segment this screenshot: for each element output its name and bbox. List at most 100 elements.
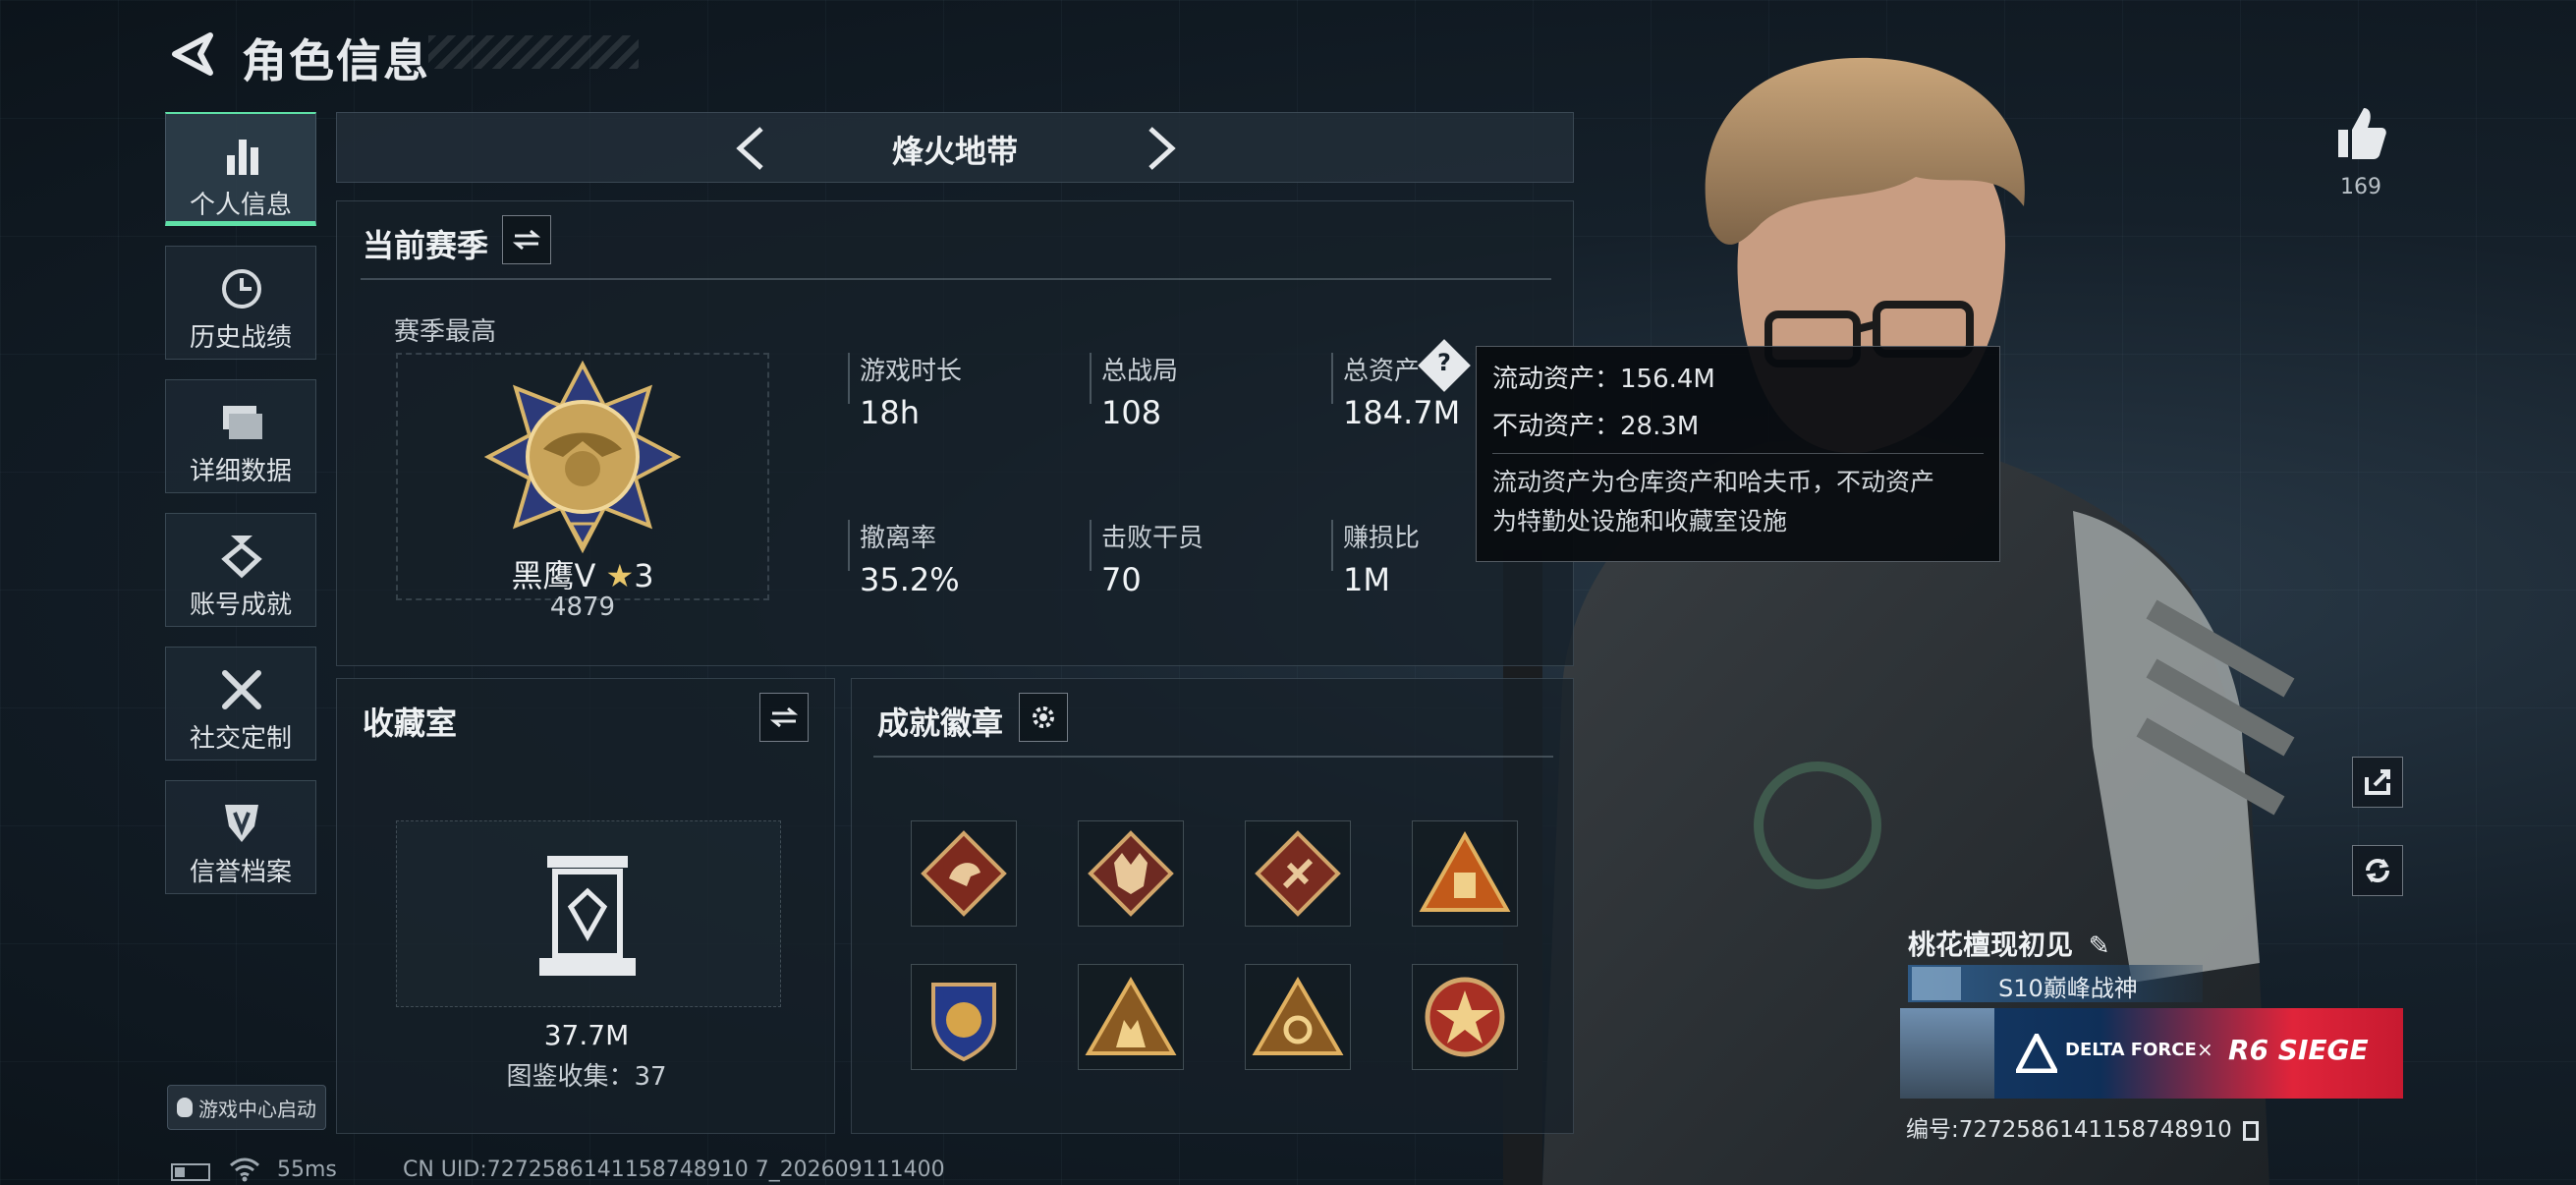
swap-arrows-icon — [513, 229, 540, 251]
badge-slot[interactable] — [1412, 964, 1518, 1070]
copy-icon[interactable] — [2243, 1120, 2260, 1141]
player-name-text: 桃花檀现初见 — [1908, 929, 2074, 961]
collection-value: 37.7M — [543, 1019, 630, 1051]
star-medal-badge-icon — [1425, 977, 1505, 1057]
wifi-icon — [230, 1157, 259, 1182]
nav-label: 详细数据 — [189, 457, 292, 486]
rank-emblem-icon — [484, 360, 681, 554]
supply-badge-icon — [1419, 830, 1511, 912]
banner-thumbnail — [1900, 1008, 1994, 1099]
shield-crest-badge-icon — [931, 983, 996, 1062]
badge-slot[interactable] — [1412, 820, 1518, 927]
tooltip-desc-line2: 为特勤处设施和收藏室设施 — [1492, 507, 1788, 536]
assets-tooltip: 流动资产：156.4M 不动资产：28.3M 流动资产为仓库资产和哈夫币，不动资… — [1476, 346, 2000, 562]
badge-slot[interactable] — [1078, 964, 1184, 1070]
page-title: 角色信息 — [242, 34, 430, 87]
collection-title: 收藏室 — [363, 705, 458, 742]
badges-settings-button[interactable] — [1019, 693, 1068, 742]
ping-value: 55ms — [277, 1157, 337, 1182]
nav-label: 个人信息 — [189, 191, 292, 220]
tooltip-liquid-assets: 流动资产：156.4M — [1492, 365, 1715, 394]
stat-value-assets: 184.7M — [1343, 394, 1461, 431]
wrench-icon — [222, 670, 261, 709]
edit-pencil-icon[interactable]: ✎ — [2089, 931, 2110, 961]
event-banner[interactable]: DELTA FORCE × R6 SIEGE — [1900, 1008, 2403, 1099]
nav-personal-info[interactable]: 个人信息 — [165, 112, 316, 226]
refresh-button[interactable] — [2352, 845, 2403, 896]
nav-label: 账号成就 — [189, 591, 292, 620]
battery-icon — [171, 1163, 210, 1181]
tooltip-fixed-assets: 不动资产：28.3M — [1492, 412, 1700, 441]
nav-label: 历史战绩 — [189, 323, 292, 353]
collection-panel[interactable]: 收藏室 37.7M 图鉴收集：37 — [336, 678, 835, 1134]
nav-credit-record[interactable]: 信誉档案 — [165, 780, 316, 894]
stat-label-matches: 总战局 — [1101, 357, 1179, 386]
banner-left-text: DELTA FORCE — [2065, 1040, 2197, 1060]
nav-detailed-data[interactable]: 详细数据 — [165, 379, 316, 493]
squad-badge-icon — [1085, 977, 1177, 1055]
title-badge: S10巅峰战神 — [1908, 965, 2203, 1002]
stat-label-profit-ratio: 赚损比 — [1343, 524, 1421, 553]
player-name: 桃花檀现初见 ✎ — [1908, 924, 2110, 963]
badge-slot[interactable] — [911, 964, 1017, 1070]
stat-label-playtime: 游戏时长 — [860, 357, 963, 386]
rank-score: 4879 — [549, 592, 616, 622]
delta-force-logo-icon — [2016, 1034, 2057, 1073]
stat-divider — [848, 520, 850, 571]
stat-divider — [1090, 520, 1092, 571]
stat-divider — [1331, 353, 1333, 404]
badge-slot[interactable] — [1245, 820, 1351, 927]
rank-star-icon: ★ — [605, 557, 635, 594]
bar-chart-icon — [227, 140, 258, 175]
collection-switch-button[interactable] — [759, 693, 809, 742]
banner-right-text: R6 SIEGE — [2228, 1034, 2369, 1066]
stat-label-kills: 击败干员 — [1101, 524, 1204, 553]
chevron-right-icon[interactable] — [1139, 125, 1182, 172]
share-icon — [2365, 769, 2390, 795]
penguin-icon — [177, 1098, 193, 1117]
dragon-badge-icon — [921, 830, 1007, 917]
rank-line: 黑鹰Ⅴ ★3 — [396, 551, 769, 596]
medal-icon — [221, 536, 262, 579]
thumbs-up-icon[interactable] — [2334, 104, 2387, 161]
nav-achievements[interactable]: 账号成就 — [165, 513, 316, 627]
badge-slot[interactable] — [1245, 964, 1351, 1070]
history-clock-icon — [222, 269, 261, 309]
nav-social-custom[interactable]: 社交定制 — [165, 647, 316, 761]
section-divider — [361, 278, 1551, 280]
nav-label: 社交定制 — [189, 724, 292, 754]
current-season-panel: 当前赛季 赛季最高 黑鹰Ⅴ ★3 4879 游戏时长 18h 总战局 108 总… — [336, 200, 1574, 666]
rank-stars: 3 — [634, 557, 654, 594]
swap-arrows-icon — [770, 706, 798, 728]
game-center-launch-button[interactable]: 游戏中心启动 — [167, 1085, 326, 1130]
like-count: 169 — [2340, 175, 2381, 199]
title-decoration — [428, 35, 639, 69]
back-arrow-icon[interactable] — [167, 28, 220, 81]
stat-divider — [848, 353, 850, 404]
stat-divider — [1331, 520, 1333, 571]
launch-label: 游戏中心启动 — [198, 1097, 316, 1121]
section-divider — [873, 756, 1553, 758]
badge-slot[interactable] — [911, 820, 1017, 927]
badges-panel: 成就徽章 — [851, 678, 1574, 1134]
player-uid-text: 编号:7272586141158748910 — [1906, 1117, 2232, 1143]
eye-badge-icon — [1252, 977, 1344, 1055]
player-uid: 编号:7272586141158748910 — [1906, 1110, 2260, 1144]
stat-value-profit-ratio: 1M — [1343, 561, 1390, 598]
shield-badge-icon — [225, 805, 258, 842]
gear-icon — [1033, 706, 1054, 728]
badge-slot[interactable] — [1078, 820, 1184, 927]
stat-divider — [1090, 353, 1092, 404]
display-case-icon — [539, 856, 636, 976]
stat-label-extract-rate: 撤离率 — [860, 524, 937, 553]
stat-value-extract-rate: 35.2% — [860, 561, 960, 598]
title-badge-thumb — [1912, 967, 1961, 1000]
share-button[interactable] — [2352, 757, 2403, 808]
folders-icon — [223, 406, 262, 439]
stat-value-playtime: 18h — [860, 394, 920, 431]
season-switch-button[interactable] — [502, 215, 551, 264]
season-best-label: 赛季最高 — [394, 317, 497, 347]
nav-history[interactable]: 历史战绩 — [165, 246, 316, 360]
banner-x: × — [2197, 1038, 2213, 1061]
season-title: 当前赛季 — [363, 227, 489, 264]
